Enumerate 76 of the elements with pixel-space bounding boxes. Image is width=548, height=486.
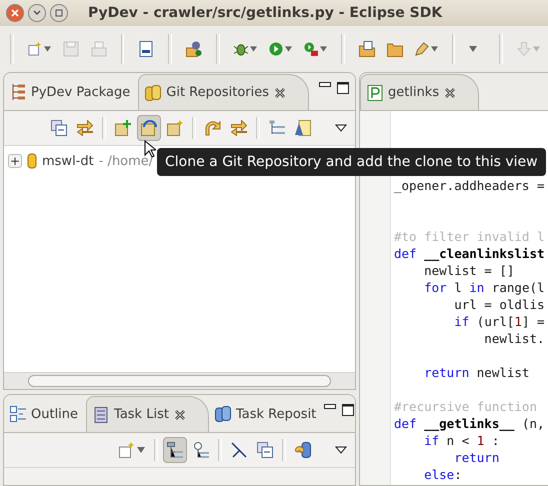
printer-icon	[90, 41, 107, 57]
toolbox-icon	[304, 41, 318, 57]
close-icon[interactable]	[174, 408, 186, 420]
code-line: def __getlinks__ (n,	[394, 415, 545, 432]
code-line: _opener.addheaders =	[394, 177, 545, 194]
tooltip: Clone a Git Repository and add the clone to this view	[157, 148, 546, 176]
save-icon	[62, 41, 79, 57]
code-line: return newlist	[423, 364, 530, 381]
collapse-icon	[51, 120, 67, 136]
maximize-icon[interactable]	[337, 82, 349, 94]
view-tab[interactable]: Outline	[4, 396, 86, 432]
maximize-icon[interactable]	[342, 404, 354, 416]
code-line: newlist = []	[423, 262, 514, 279]
view-tab[interactable]: getlinks	[360, 74, 480, 110]
chevron-down-icon	[33, 10, 41, 16]
code-line: #to filter invalid l	[394, 228, 545, 245]
code-line: if n < 1 :	[423, 432, 500, 449]
git-add-icon	[115, 120, 131, 136]
code-line: return	[453, 449, 500, 466]
clipboard-icon	[93, 406, 110, 422]
code-line: for l in range(l	[423, 279, 545, 296]
view-tab[interactable]: Git Repositories	[138, 74, 309, 110]
categories-icon	[167, 442, 183, 458]
repository-icon	[27, 153, 37, 169]
code-line: #recursive function	[394, 398, 537, 415]
schedule-icon	[193, 442, 209, 458]
refresh-icon	[205, 120, 221, 136]
sync-icon	[295, 442, 311, 458]
code-line: else:	[423, 466, 462, 483]
git-create-icon	[167, 120, 183, 136]
git-clone-icon	[141, 120, 157, 136]
repository-path: - /home/	[98, 154, 154, 168]
bug-icon	[234, 41, 248, 57]
close-icon	[11, 9, 19, 17]
cylinders-icon	[214, 406, 231, 422]
python-file-icon	[367, 84, 383, 100]
minimize-icon[interactable]	[319, 82, 331, 88]
window-title: PyDev - crawler/src/getlinks.py - Eclipse SDK	[88, 5, 442, 21]
collapse-icon	[257, 442, 273, 458]
open-folder-icon	[358, 41, 375, 57]
code-line: newlist.	[483, 330, 545, 347]
horizontal-scrollbar[interactable]	[4, 372, 355, 389]
view-tab[interactable]: Task List	[86, 396, 209, 432]
code-line: if (url[1] =	[453, 313, 545, 330]
code-line: url = oldlis	[453, 296, 545, 313]
crossed-line-icon	[231, 442, 247, 458]
cylinders-icon	[145, 84, 162, 100]
package-tree-icon	[10, 84, 26, 100]
view-tab[interactable]: PyDev Package	[4, 74, 138, 110]
folder-icon	[386, 41, 403, 57]
package-icon	[186, 41, 202, 57]
outline-icon	[10, 406, 26, 422]
new-file-icon	[28, 41, 42, 57]
minimize-button[interactable]	[28, 4, 46, 22]
binary-file-icon	[138, 41, 154, 57]
pen-icon	[414, 41, 429, 57]
import-icon	[517, 41, 531, 57]
view-menu-icon[interactable]	[335, 124, 347, 132]
maximize-button[interactable]	[50, 4, 68, 22]
new-task-icon	[119, 442, 135, 458]
repository-name[interactable]: mswl-dt	[42, 154, 94, 168]
close-button[interactable]	[6, 4, 24, 22]
note-icon	[295, 120, 311, 136]
close-icon[interactable]	[444, 86, 456, 98]
expand-button[interactable]: +	[8, 154, 22, 168]
square-icon	[55, 9, 63, 17]
link-arrows-icon	[231, 120, 247, 136]
tree-icon	[269, 120, 285, 136]
view-menu-icon[interactable]	[335, 446, 347, 454]
view-tab[interactable]: Task Reposit	[208, 396, 324, 432]
close-icon[interactable]	[274, 86, 286, 98]
run-icon	[268, 41, 283, 57]
code-line: def __cleanlinkslist	[394, 245, 545, 262]
minimize-icon[interactable]	[324, 404, 336, 410]
toolbar-button[interactable]	[137, 115, 161, 141]
link-arrows-icon	[77, 120, 93, 136]
